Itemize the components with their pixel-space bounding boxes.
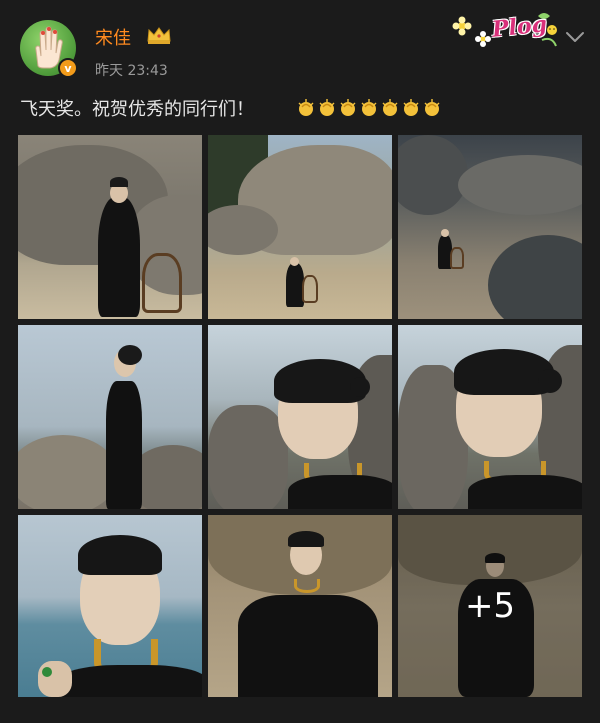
photo-thumbnail-6[interactable] bbox=[398, 325, 582, 509]
photo-thumbnail-7[interactable] bbox=[18, 515, 202, 697]
photo-thumbnail-1[interactable] bbox=[18, 135, 202, 319]
clap-emoji-icon bbox=[382, 99, 398, 116]
clap-emoji-icon bbox=[340, 99, 356, 116]
photo-thumbnail-4[interactable] bbox=[18, 325, 202, 509]
photo-thumbnail-8[interactable] bbox=[208, 515, 392, 697]
clap-emoji-icon bbox=[361, 99, 377, 116]
clap-emoji-row bbox=[296, 98, 442, 118]
username[interactable]: 宋佳 bbox=[95, 24, 131, 50]
photo-thumbnail-9[interactable]: +5 bbox=[398, 515, 582, 697]
clap-emoji-icon bbox=[424, 99, 440, 116]
chevron-down-icon[interactable] bbox=[565, 30, 585, 44]
more-photos-count[interactable]: +5 bbox=[398, 515, 582, 697]
clap-emoji-icon bbox=[319, 99, 335, 116]
weibo-post: v 宋佳 昨天 23:43 Plog 飞天奖。祝贺优秀的同行们！ +5 bbox=[0, 0, 600, 723]
clap-emoji-icon bbox=[403, 99, 419, 116]
crown-icon bbox=[147, 27, 171, 44]
photo-thumbnail-3[interactable] bbox=[398, 135, 582, 319]
post-text: 飞天奖。祝贺优秀的同行们！ bbox=[20, 99, 254, 120]
photo-thumbnail-5[interactable] bbox=[208, 325, 392, 509]
photo-thumbnail-2[interactable] bbox=[208, 135, 392, 319]
verified-badge: v bbox=[58, 58, 78, 78]
clap-emoji-icon bbox=[298, 99, 314, 116]
post-timestamp: 昨天 23:43 bbox=[95, 63, 168, 79]
